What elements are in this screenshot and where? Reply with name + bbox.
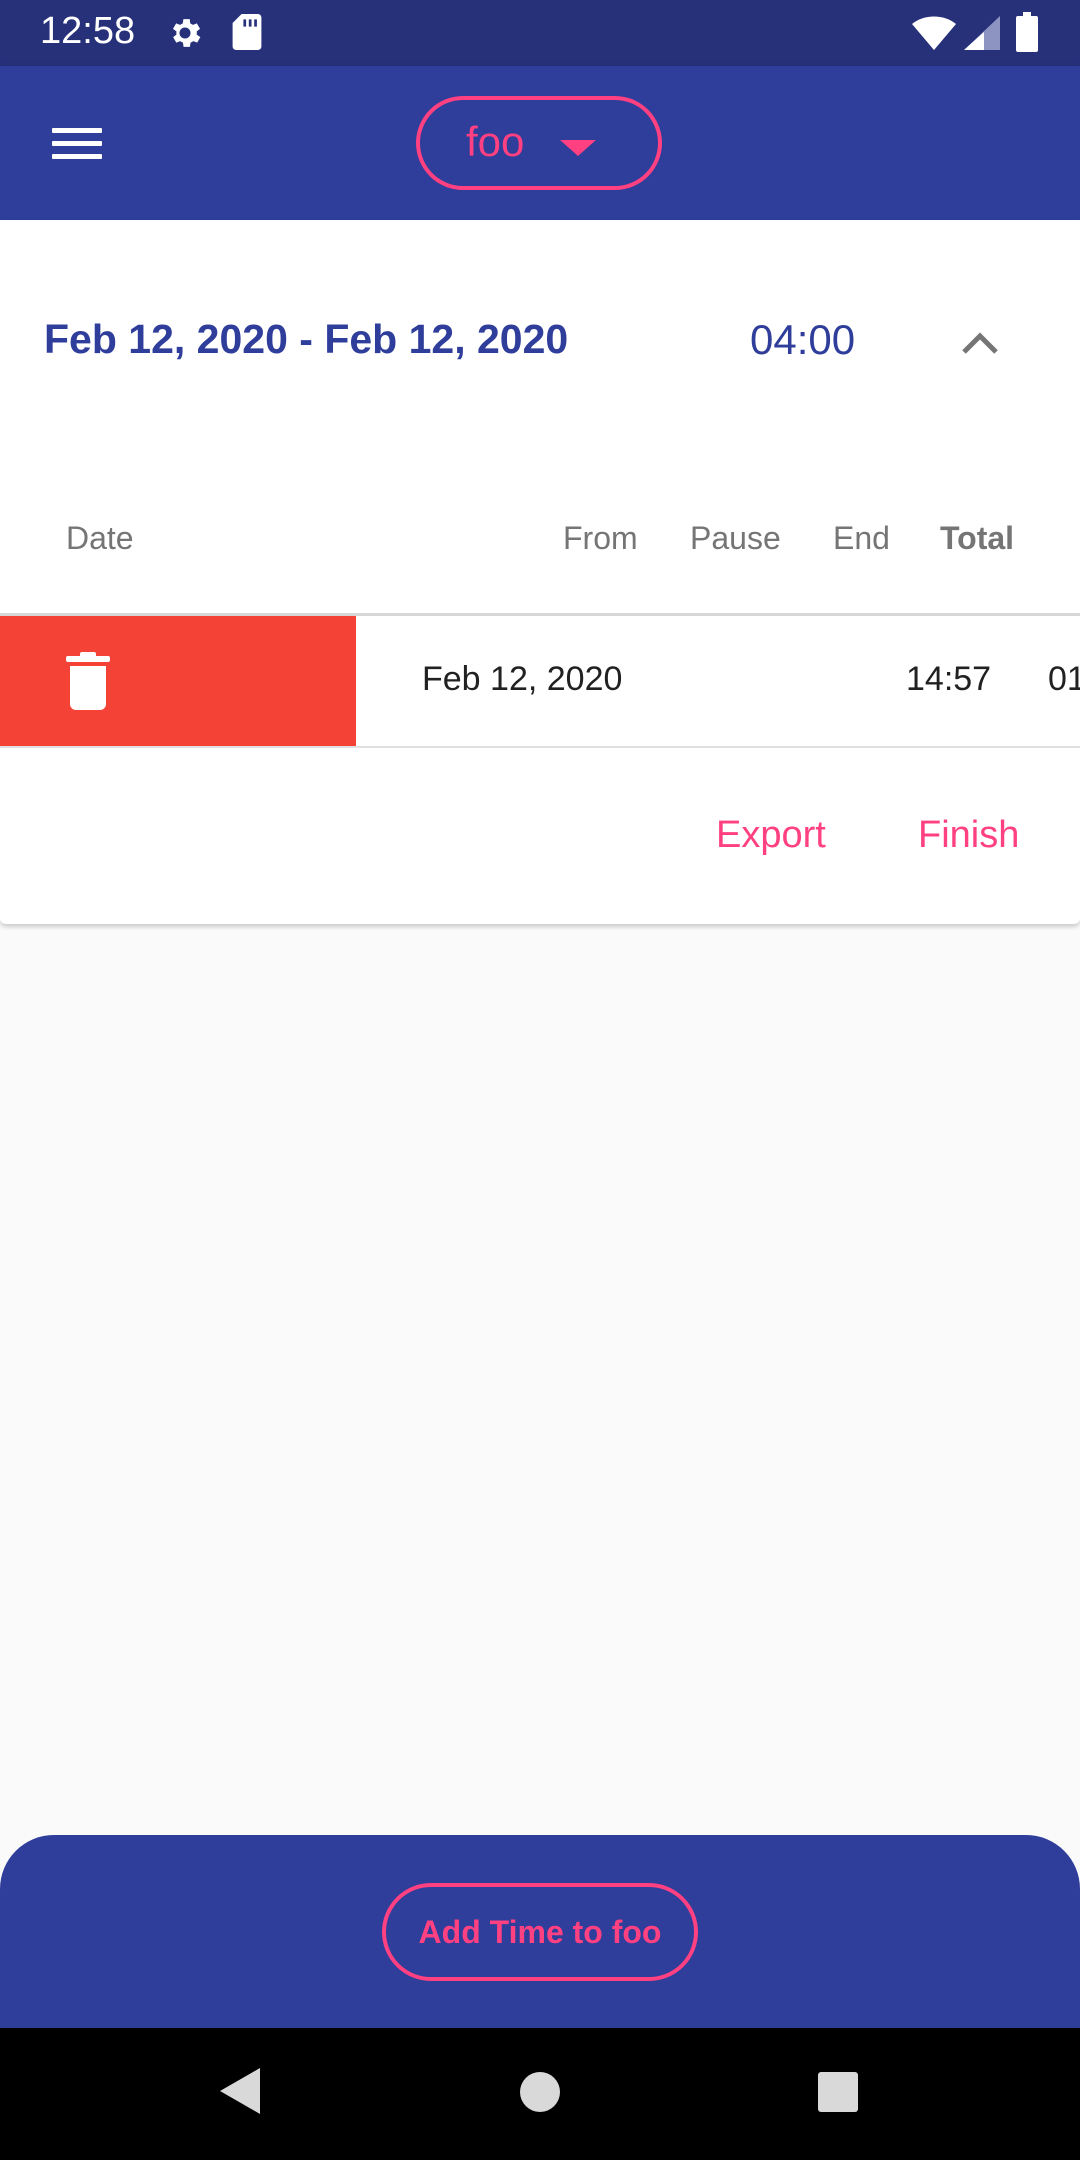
back-icon[interactable] <box>220 2068 260 2114</box>
wifi-icon <box>912 16 956 50</box>
menu-icon[interactable] <box>40 110 114 176</box>
app-bar: foo <box>0 66 1080 220</box>
recents-icon[interactable] <box>818 2072 858 2112</box>
row-divider <box>0 746 1080 748</box>
timesheet-card: Feb 12, 2020 - Feb 12, 2020 04:00 Date F… <box>0 220 1080 924</box>
delete-swipe-action[interactable] <box>0 616 356 747</box>
table-row[interactable]: Feb 12, 2020 14:57 01 <box>0 616 1080 747</box>
add-time-button[interactable]: Add Time to foo <box>382 1883 698 1981</box>
export-button[interactable]: Export <box>716 814 826 857</box>
trash-icon <box>66 652 110 710</box>
home-icon[interactable] <box>520 2072 560 2112</box>
column-header-pause: Pause <box>690 520 781 556</box>
chevron-up-icon[interactable] <box>950 318 1010 368</box>
column-header-end: End <box>833 520 890 556</box>
row-date: Feb 12, 2020 <box>422 660 623 698</box>
bottom-bar: Add Time to foo <box>0 1835 1080 2028</box>
project-name: foo <box>466 118 525 165</box>
row-from: 14:57 <box>906 660 992 698</box>
status-time: 12:58 <box>40 10 136 52</box>
column-header-date: Date <box>66 520 134 556</box>
finish-button[interactable]: Finish <box>918 814 1019 857</box>
battery-icon <box>1016 12 1038 52</box>
sdcard-icon <box>232 14 262 50</box>
system-nav-bar <box>0 2028 1080 2160</box>
project-selector[interactable]: foo <box>416 96 662 190</box>
date-range-title: Feb 12, 2020 - Feb 12, 2020 <box>44 316 569 362</box>
column-header-total: Total <box>940 520 1015 556</box>
range-total: 04:00 <box>750 316 856 363</box>
screen: 12:58 foo Feb 12, 2020 - Feb 12, 2020 04… <box>0 0 1080 2160</box>
status-bar: 12:58 <box>0 0 1080 66</box>
caret-down-icon <box>560 140 596 156</box>
column-header-from: From <box>563 520 638 556</box>
gear-icon <box>172 19 201 47</box>
row-pause: 01 <box>1048 660 1080 698</box>
signal-icon <box>964 16 1000 50</box>
